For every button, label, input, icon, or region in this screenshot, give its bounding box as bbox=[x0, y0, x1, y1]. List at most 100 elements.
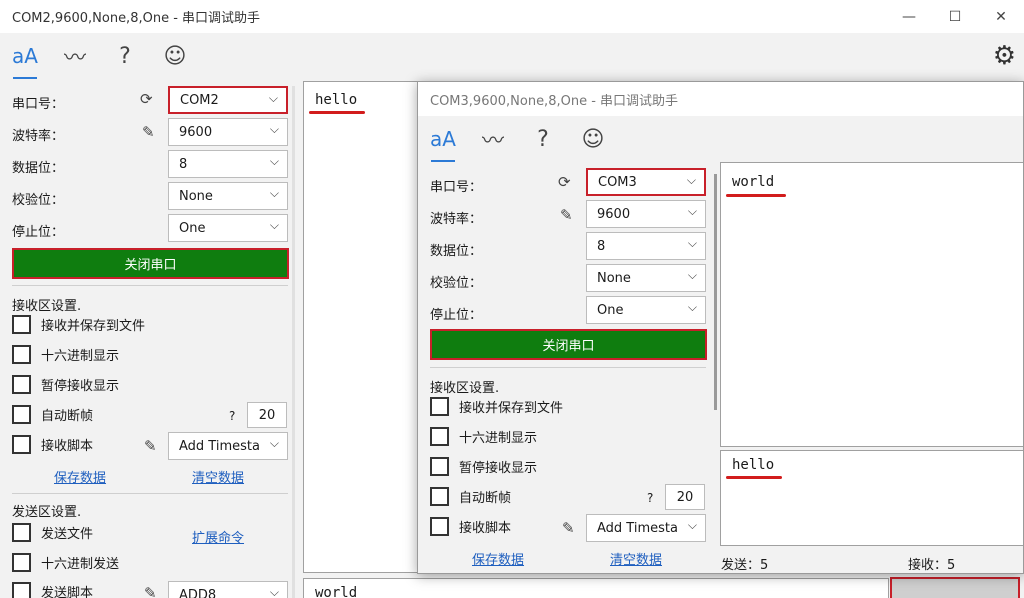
recv-save-file-checkbox[interactable]: 接收并保存到文件 bbox=[12, 315, 145, 334]
baud-label: 波特率： bbox=[12, 129, 65, 144]
checkbox-box[interactable] bbox=[12, 523, 31, 542]
tab-help[interactable]: ? bbox=[100, 33, 150, 79]
checkbox-box[interactable] bbox=[12, 435, 31, 454]
maximize-button[interactable]: ☐ bbox=[932, 0, 978, 33]
send-file-checkbox[interactable]: 发送文件 bbox=[12, 523, 93, 542]
auto-frame-checkbox[interactable]: 自动断帧 bbox=[430, 487, 511, 506]
recv-hex-checkbox[interactable]: 十六进制显示 bbox=[12, 345, 119, 364]
parity-select[interactable]: None ⌵ bbox=[586, 264, 706, 292]
recv-pause-checkbox[interactable]: 暂停接收显示 bbox=[12, 375, 119, 394]
pen-icon[interactable]: ✎ bbox=[560, 206, 573, 224]
checkbox-box[interactable] bbox=[12, 315, 31, 334]
send-script-select[interactable]: ADD8 ⌵ bbox=[168, 581, 288, 598]
parity-label: 校验位： bbox=[430, 276, 483, 291]
checkbox-label: 发送脚本 bbox=[41, 586, 94, 598]
pen-icon[interactable]: ✎ bbox=[144, 437, 157, 455]
chevron-down-icon: ⌵ bbox=[269, 154, 279, 168]
databits-select[interactable]: 8 ⌵ bbox=[586, 232, 706, 260]
close-port-button[interactable]: 关闭串口 bbox=[430, 329, 707, 360]
baud-select[interactable]: 9600 ⌵ bbox=[168, 118, 288, 146]
toolbar: aA 〰 ? ☺ ⚙ bbox=[0, 33, 1024, 79]
checkbox-box[interactable] bbox=[430, 457, 449, 476]
parity-select[interactable]: None ⌵ bbox=[168, 182, 288, 210]
recv-script-checkbox[interactable]: 接收脚本 bbox=[12, 435, 93, 454]
scrollbar[interactable] bbox=[714, 174, 717, 410]
recv-script-select[interactable]: Add Timesta ⌵ bbox=[168, 432, 288, 460]
help-mark[interactable]: ? bbox=[229, 409, 235, 423]
close-port-button[interactable]: 关闭串口 bbox=[12, 248, 289, 279]
recv-pause-checkbox[interactable]: 暂停接收显示 bbox=[430, 457, 537, 476]
frame-timeout-input[interactable]: 20 bbox=[665, 484, 705, 510]
send-text: hello bbox=[732, 457, 775, 473]
close-button[interactable]: ✕ bbox=[978, 0, 1024, 33]
chevron-down-icon: ⌵ bbox=[687, 300, 697, 314]
refresh-icon[interactable]: ⟳ bbox=[140, 90, 153, 108]
checkbox-label: 发送文件 bbox=[41, 527, 94, 542]
tab-font[interactable]: aA bbox=[418, 116, 468, 162]
send-input[interactable]: world bbox=[303, 578, 889, 598]
save-data-link[interactable]: 保存数据 bbox=[54, 467, 106, 486]
pen-icon[interactable]: ✎ bbox=[144, 584, 157, 598]
stopbits-value: One bbox=[597, 302, 624, 318]
tab-about[interactable]: ☺ bbox=[568, 116, 618, 162]
gear-icon[interactable]: ⚙ bbox=[993, 41, 1016, 71]
receive-area[interactable]: world bbox=[720, 162, 1023, 447]
checkbox-box[interactable] bbox=[12, 345, 31, 364]
help-icon: ? bbox=[119, 43, 131, 69]
databits-value: 8 bbox=[179, 156, 188, 172]
port-select[interactable]: COM3 ⌵ bbox=[586, 168, 706, 196]
port-select[interactable]: COM2 ⌵ bbox=[168, 86, 288, 114]
databits-select[interactable]: 8 ⌵ bbox=[168, 150, 288, 178]
recv-script-value: Add Timesta bbox=[597, 520, 678, 536]
save-data-link[interactable]: 保存数据 bbox=[472, 549, 524, 568]
stopbits-select[interactable]: One ⌵ bbox=[168, 214, 288, 242]
refresh-icon[interactable]: ⟳ bbox=[558, 173, 571, 191]
checkbox-box[interactable] bbox=[12, 405, 31, 424]
recv-save-file-checkbox[interactable]: 接收并保存到文件 bbox=[430, 397, 563, 416]
databits-label: 数据位： bbox=[430, 244, 483, 259]
checkbox-box[interactable] bbox=[430, 517, 449, 536]
send-script-value: ADD8 bbox=[179, 587, 217, 598]
recv-script-value: Add Timesta bbox=[179, 438, 260, 454]
minimize-button[interactable]: — bbox=[886, 0, 932, 33]
tab-about[interactable]: ☺ bbox=[150, 33, 200, 79]
tab-font[interactable]: aA bbox=[0, 33, 50, 79]
pen-icon[interactable]: ✎ bbox=[562, 519, 575, 537]
settings-panel: 串口号： ⟳ COM3 ⌵ 波特率： ✎ 9600 ⌵ 数据位： 8 ⌵ 校验位： N… bbox=[418, 162, 718, 573]
scrollbar[interactable] bbox=[292, 86, 295, 598]
send-script-checkbox[interactable]: 发送脚本 bbox=[12, 582, 93, 598]
checkbox-box[interactable] bbox=[12, 553, 31, 572]
tab-chart[interactable]: 〰 bbox=[468, 116, 518, 162]
send-hex-checkbox[interactable]: 十六进制发送 bbox=[12, 553, 119, 572]
extend-command-link[interactable]: 扩展命令 bbox=[192, 527, 244, 546]
chevron-down-icon: ⌵ bbox=[269, 218, 279, 232]
chevron-down-icon: ⌵ bbox=[269, 122, 279, 136]
clear-data-link[interactable]: 清空数据 bbox=[192, 467, 244, 486]
receive-area[interactable]: hello bbox=[303, 81, 424, 573]
auto-frame-checkbox[interactable]: 自动断帧 bbox=[12, 405, 93, 424]
receive-text: world bbox=[732, 174, 775, 190]
checkbox-box[interactable] bbox=[12, 582, 31, 598]
tab-chart[interactable]: 〰 bbox=[50, 33, 100, 79]
help-mark[interactable]: ? bbox=[647, 491, 653, 505]
divider bbox=[430, 367, 706, 368]
databits-label: 数据位： bbox=[12, 161, 65, 176]
recv-script-checkbox[interactable]: 接收脚本 bbox=[430, 517, 511, 536]
chevron-down-icon: ⌵ bbox=[687, 268, 697, 282]
clear-data-link[interactable]: 清空数据 bbox=[610, 549, 662, 568]
baud-select[interactable]: 9600 ⌵ bbox=[586, 200, 706, 228]
pen-icon[interactable]: ✎ bbox=[142, 123, 155, 141]
frame-timeout-input[interactable]: 20 bbox=[247, 402, 287, 428]
checkbox-box[interactable] bbox=[12, 375, 31, 394]
tab-help[interactable]: ? bbox=[518, 116, 568, 162]
checkbox-label: 接收脚本 bbox=[459, 521, 512, 536]
checkbox-box[interactable] bbox=[430, 487, 449, 506]
checkbox-box[interactable] bbox=[430, 397, 449, 416]
send-input[interactable]: hello bbox=[720, 450, 1023, 546]
stopbits-select[interactable]: One ⌵ bbox=[586, 296, 706, 324]
recv-script-select[interactable]: Add Timesta ⌵ bbox=[586, 514, 706, 542]
recv-hex-checkbox[interactable]: 十六进制显示 bbox=[430, 427, 537, 446]
send-button[interactable] bbox=[890, 577, 1020, 598]
checkbox-label: 暂停接收显示 bbox=[41, 379, 120, 394]
checkbox-box[interactable] bbox=[430, 427, 449, 446]
